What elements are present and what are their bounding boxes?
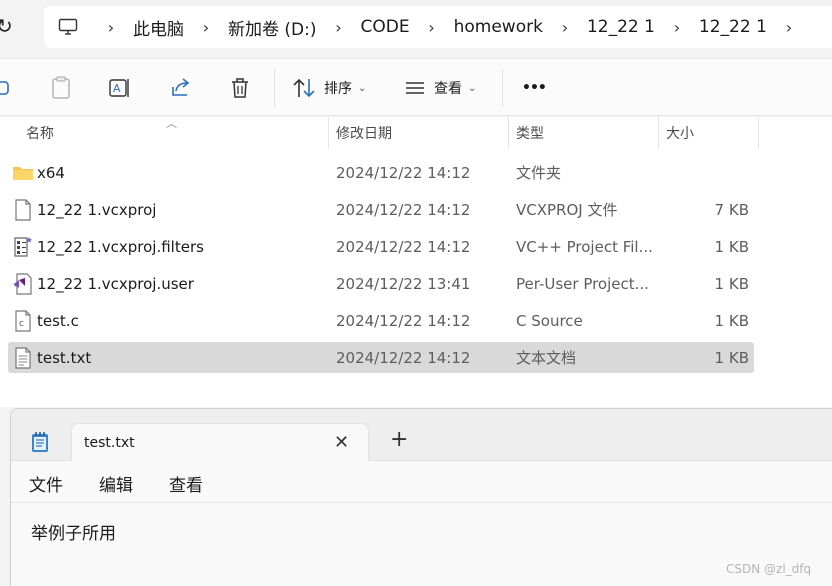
menu-file[interactable]: 文件 bbox=[29, 471, 63, 496]
chevron-right-icon[interactable]: › bbox=[320, 18, 358, 37]
file-name[interactable]: 12_22 1.vcxproj bbox=[37, 194, 156, 225]
file-size: 1 KB bbox=[714, 237, 749, 256]
notepad-window: test.txt ✕ + 文件 编辑 查看 举例子所用 bbox=[10, 408, 832, 586]
command-bar: A 排序 ⌄ 查看 ⌄ ••• bbox=[0, 58, 832, 116]
tab-title: test.txt bbox=[84, 435, 135, 451]
file-size: 1 KB bbox=[714, 274, 749, 293]
chevron-right-icon[interactable]: › bbox=[187, 18, 225, 37]
file-date: 2024/12/22 14:12 bbox=[336, 311, 471, 330]
more-options-button[interactable]: ••• bbox=[522, 73, 547, 103]
chevron-down-icon: ⌄ bbox=[468, 82, 477, 94]
file-name[interactable]: test.c bbox=[37, 305, 79, 336]
file-size: 1 KB bbox=[714, 311, 749, 330]
menu-edit[interactable]: 编辑 bbox=[99, 471, 133, 496]
chevron-right-icon[interactable]: › bbox=[658, 18, 696, 37]
file-name[interactable]: test.txt bbox=[37, 342, 91, 373]
column-header-row: ︿ 名称 修改日期 类型 大小 bbox=[0, 117, 832, 149]
chevron-right-icon[interactable]: › bbox=[92, 18, 130, 37]
refresh-icon[interactable]: ↻ bbox=[0, 14, 16, 38]
file-date: 2024/12/22 13:41 bbox=[336, 274, 471, 293]
column-divider[interactable] bbox=[328, 117, 329, 149]
file-date: 2024/12/22 14:12 bbox=[336, 237, 471, 256]
breadcrumb-item-homework[interactable]: homework bbox=[451, 17, 546, 37]
notepad-menu-bar: 文件 编辑 查看 bbox=[11, 461, 832, 503]
toolbar-divider bbox=[274, 69, 275, 107]
sort-ascending-icon: ︿ bbox=[166, 117, 177, 130]
file-row[interactable]: 12_22 1.vcxproj.user 2024/12/22 13:41 Pe… bbox=[8, 268, 754, 299]
column-header-name[interactable]: 名称 bbox=[26, 117, 54, 149]
file-type: VC++ Project Fil... bbox=[516, 237, 653, 256]
file-name[interactable]: x64 bbox=[37, 157, 65, 188]
file-date: 2024/12/22 14:12 bbox=[336, 348, 471, 367]
file-row[interactable]: 12_22 1.vcxproj.filters 2024/12/22 14:12… bbox=[8, 231, 754, 262]
breadcrumb-item-code[interactable]: CODE bbox=[358, 17, 413, 37]
column-divider[interactable] bbox=[658, 117, 659, 149]
column-header-size[interactable]: 大小 bbox=[666, 117, 694, 149]
view-button[interactable]: 查看 ⌄ bbox=[404, 73, 476, 103]
filters-file-icon bbox=[12, 236, 34, 258]
chevron-right-icon[interactable]: › bbox=[546, 18, 584, 37]
chevron-right-icon[interactable]: › bbox=[413, 18, 451, 37]
column-divider[interactable] bbox=[758, 117, 759, 149]
address-bar: ↻ › 此电脑 › 新加卷 (D:) › CODE › homework › 1… bbox=[0, 0, 832, 58]
visual-studio-file-icon bbox=[12, 273, 34, 295]
menu-view[interactable]: 查看 bbox=[169, 471, 203, 496]
document-content: 举例子所用 bbox=[31, 524, 116, 544]
new-tab-button[interactable]: + bbox=[390, 427, 408, 452]
file-name[interactable]: 12_22 1.vcxproj.filters bbox=[37, 231, 204, 262]
sort-icon bbox=[293, 78, 315, 98]
file-row[interactable]: c test.c 2024/12/22 14:12 C Source 1 KB bbox=[8, 305, 754, 336]
file-size: 7 KB bbox=[714, 200, 749, 219]
file-date: 2024/12/22 14:12 bbox=[336, 163, 471, 182]
paste-icon[interactable] bbox=[50, 73, 72, 103]
file-type: 文件夹 bbox=[516, 164, 562, 182]
share-icon[interactable] bbox=[170, 73, 192, 103]
file-size bbox=[658, 157, 749, 188]
watermark: CSDN @zl_dfq bbox=[726, 562, 812, 576]
rename-icon[interactable]: A bbox=[108, 73, 132, 103]
tab-test-txt[interactable]: test.txt ✕ bbox=[71, 423, 369, 462]
toolbar-divider bbox=[502, 69, 503, 107]
delete-icon[interactable] bbox=[230, 73, 250, 103]
text-file-icon bbox=[12, 347, 34, 369]
svg-text:A: A bbox=[113, 82, 121, 95]
chevron-right-icon[interactable]: › bbox=[770, 18, 808, 37]
copy-icon[interactable] bbox=[0, 73, 12, 103]
column-header-type[interactable]: 类型 bbox=[516, 117, 544, 149]
file-name[interactable]: 12_22 1.vcxproj.user bbox=[37, 268, 194, 299]
column-header-date[interactable]: 修改日期 bbox=[336, 117, 392, 149]
breadcrumb-item-this-pc[interactable]: 此电脑 bbox=[130, 15, 187, 40]
close-icon[interactable]: ✕ bbox=[334, 432, 349, 453]
breadcrumb-item-project[interactable]: 12_22 1 bbox=[584, 17, 658, 37]
view-icon bbox=[406, 82, 424, 94]
breadcrumb-item-project-sub[interactable]: 12_22 1 bbox=[696, 17, 770, 37]
file-row-selected[interactable]: test.txt 2024/12/22 14:12 文本文档 1 KB bbox=[8, 342, 754, 373]
file-type: VCXPROJ 文件 bbox=[516, 201, 618, 219]
svg-text:c: c bbox=[19, 319, 24, 329]
file-size: 1 KB bbox=[714, 348, 749, 367]
file-type: Per-User Project... bbox=[516, 274, 649, 293]
column-divider[interactable] bbox=[508, 117, 509, 149]
breadcrumb[interactable]: › 此电脑 › 新加卷 (D:) › CODE › homework › 12_… bbox=[44, 6, 832, 48]
file-list: ︿ 名称 修改日期 类型 大小 x64 2024/12/22 14:12 文件夹… bbox=[0, 117, 832, 407]
notepad-app-icon bbox=[31, 431, 49, 457]
file-type: 文本文档 bbox=[516, 349, 577, 367]
file-icon bbox=[12, 199, 34, 221]
file-date: 2024/12/22 14:12 bbox=[336, 200, 471, 219]
file-type: C Source bbox=[516, 311, 583, 330]
sort-label: 排序 bbox=[324, 81, 352, 97]
notepad-tab-strip: test.txt ✕ + bbox=[11, 409, 832, 462]
computer-icon[interactable] bbox=[44, 18, 92, 36]
chevron-down-icon: ⌄ bbox=[358, 82, 367, 94]
breadcrumb-item-drive-d[interactable]: 新加卷 (D:) bbox=[225, 15, 320, 40]
view-label: 查看 bbox=[434, 81, 462, 97]
folder-icon bbox=[12, 162, 34, 184]
file-row[interactable]: 12_22 1.vcxproj 2024/12/22 14:12 VCXPROJ… bbox=[8, 194, 754, 225]
c-source-file-icon: c bbox=[12, 310, 34, 332]
notepad-text-area[interactable]: 举例子所用 bbox=[11, 503, 832, 586]
file-row[interactable]: x64 2024/12/22 14:12 文件夹 bbox=[8, 157, 754, 188]
sort-button[interactable]: 排序 ⌄ bbox=[292, 73, 366, 103]
